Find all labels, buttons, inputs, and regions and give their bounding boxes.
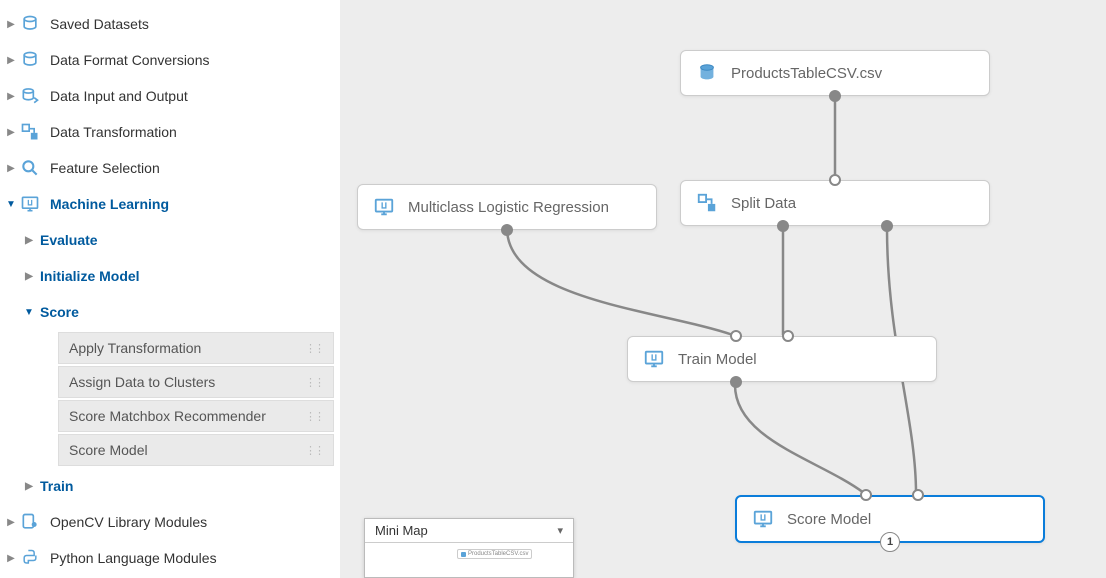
tree-label: Initialize Model: [40, 268, 340, 284]
input-port-1[interactable]: [730, 330, 742, 342]
tree-item-train[interactable]: ▶ Train: [22, 468, 340, 504]
node-split-data[interactable]: Split Data: [680, 180, 990, 226]
tree-item-evaluate[interactable]: ▶ Evaluate: [22, 222, 340, 258]
opencv-icon: [18, 510, 42, 534]
output-port[interactable]: [730, 376, 742, 388]
chevron-right-icon: ▶: [4, 55, 18, 66]
tree-label: Data Format Conversions: [50, 52, 340, 68]
output-port-2[interactable]: [881, 220, 893, 232]
drag-grip-icon: ⋮⋮: [305, 342, 323, 355]
cylinder-icon: [18, 48, 42, 72]
node-train-model[interactable]: Train Model: [627, 336, 937, 382]
ml-icon: [372, 195, 396, 219]
chevron-right-icon: ▶: [4, 91, 18, 102]
chevron-right-icon: ▶: [4, 19, 18, 30]
tree-item-saved-datasets[interactable]: ▶ Saved Datasets: [4, 6, 340, 42]
tree-item-data-transform[interactable]: ▶ Data Transformation: [4, 114, 340, 150]
cylinder-icon: [695, 61, 719, 85]
node-score-model[interactable]: Score Model 1: [735, 495, 1045, 543]
ml-icon: [751, 507, 775, 531]
transform-icon: [695, 191, 719, 215]
input-port-1[interactable]: [860, 489, 872, 501]
cylinder-icon: [18, 12, 42, 36]
module-label: Assign Data to Clusters: [69, 374, 215, 390]
tree-label: Train: [40, 478, 340, 494]
chevron-right-icon: ▶: [4, 163, 18, 174]
minimap-header[interactable]: Mini Map ▾: [365, 519, 573, 543]
drag-grip-icon: ⋮⋮: [305, 376, 323, 389]
module-label: Score Matchbox Recommender: [69, 408, 266, 424]
node-label: ProductsTableCSV.csv: [731, 65, 882, 82]
node-label: Multiclass Logistic Regression: [408, 199, 609, 216]
tree-item-python[interactable]: ▶ Python Language Modules: [4, 540, 340, 576]
drag-grip-icon: ⋮⋮: [305, 444, 323, 457]
chevron-right-icon: ▶: [4, 127, 18, 138]
module-tree-sidebar[interactable]: ▶ Saved Datasets ▶ Data Format Conversio…: [0, 0, 340, 578]
module-label: Apply Transformation: [69, 340, 201, 356]
tree-label: Machine Learning: [50, 196, 340, 212]
minimap-node: ProductsTableCSV.csv: [457, 549, 532, 559]
tree-label: Score: [40, 304, 340, 320]
transform-icon: [18, 120, 42, 144]
chevron-right-icon: ▶: [22, 235, 36, 246]
output-port[interactable]: [501, 224, 513, 236]
tree-label: Saved Datasets: [50, 16, 340, 32]
node-label: Train Model: [678, 351, 757, 368]
input-port-2[interactable]: [782, 330, 794, 342]
minimap-title: Mini Map: [375, 523, 428, 538]
tree-item-feature-selection[interactable]: ▶ Feature Selection: [4, 150, 340, 186]
drag-grip-icon: ⋮⋮: [305, 410, 323, 423]
tree-item-initialize-model[interactable]: ▶ Initialize Model: [22, 258, 340, 294]
ml-icon: [642, 347, 666, 371]
tree-item-score[interactable]: ▼ Score: [22, 294, 340, 330]
minimap-body[interactable]: ProductsTableCSV.csv: [365, 543, 573, 577]
input-port[interactable]: [829, 174, 841, 186]
node-dataset[interactable]: ProductsTableCSV.csv: [680, 50, 990, 96]
module-score-matchbox[interactable]: Score Matchbox Recommender ⋮⋮: [58, 400, 334, 432]
minimap-panel[interactable]: Mini Map ▾ ProductsTableCSV.csv: [364, 518, 574, 578]
chevron-right-icon: ▶: [22, 481, 36, 492]
chevron-right-icon: ▶: [4, 517, 18, 528]
chevron-down-icon[interactable]: ▾: [557, 524, 563, 537]
output-count-badge[interactable]: 1: [880, 532, 900, 552]
tree-label: Data Transformation: [50, 124, 340, 140]
tree-item-data-io[interactable]: ▶ Data Input and Output: [4, 78, 340, 114]
output-port-1[interactable]: [777, 220, 789, 232]
module-assign-clusters[interactable]: Assign Data to Clusters ⋮⋮: [58, 366, 334, 398]
chevron-down-icon: ▼: [22, 307, 36, 318]
experiment-canvas[interactable]: ProductsTableCSV.csv Multiclass Logistic…: [340, 0, 1106, 578]
tree-label: Python Language Modules: [50, 550, 340, 566]
chevron-down-icon: ▼: [4, 199, 18, 210]
tree-label: OpenCV Library Modules: [50, 514, 340, 530]
node-multiclass-logistic-regression[interactable]: Multiclass Logistic Regression: [357, 184, 657, 230]
input-port-2[interactable]: [912, 489, 924, 501]
tree-item-data-format[interactable]: ▶ Data Format Conversions: [4, 42, 340, 78]
cylinder-arrow-icon: [18, 84, 42, 108]
module-apply-transformation[interactable]: Apply Transformation ⋮⋮: [58, 332, 334, 364]
tree-item-opencv[interactable]: ▶ OpenCV Library Modules: [4, 504, 340, 540]
cylinder-icon: [461, 552, 466, 557]
module-label: Score Model: [69, 442, 148, 458]
node-label: Score Model: [787, 511, 871, 528]
tree-item-machine-learning[interactable]: ▼ Machine Learning: [4, 186, 340, 222]
node-label: Split Data: [731, 195, 796, 212]
chevron-right-icon: ▶: [4, 553, 18, 564]
tree-label: Evaluate: [40, 232, 340, 248]
minimap-node-label: ProductsTableCSV.csv: [468, 551, 528, 557]
output-port[interactable]: [829, 90, 841, 102]
module-score-model[interactable]: Score Model ⋮⋮: [58, 434, 334, 466]
tree-label: Feature Selection: [50, 160, 340, 176]
magnify-icon: [18, 156, 42, 180]
tree-label: Data Input and Output: [50, 88, 340, 104]
ml-icon: [18, 192, 42, 216]
chevron-right-icon: ▶: [22, 271, 36, 282]
python-icon: [18, 546, 42, 570]
